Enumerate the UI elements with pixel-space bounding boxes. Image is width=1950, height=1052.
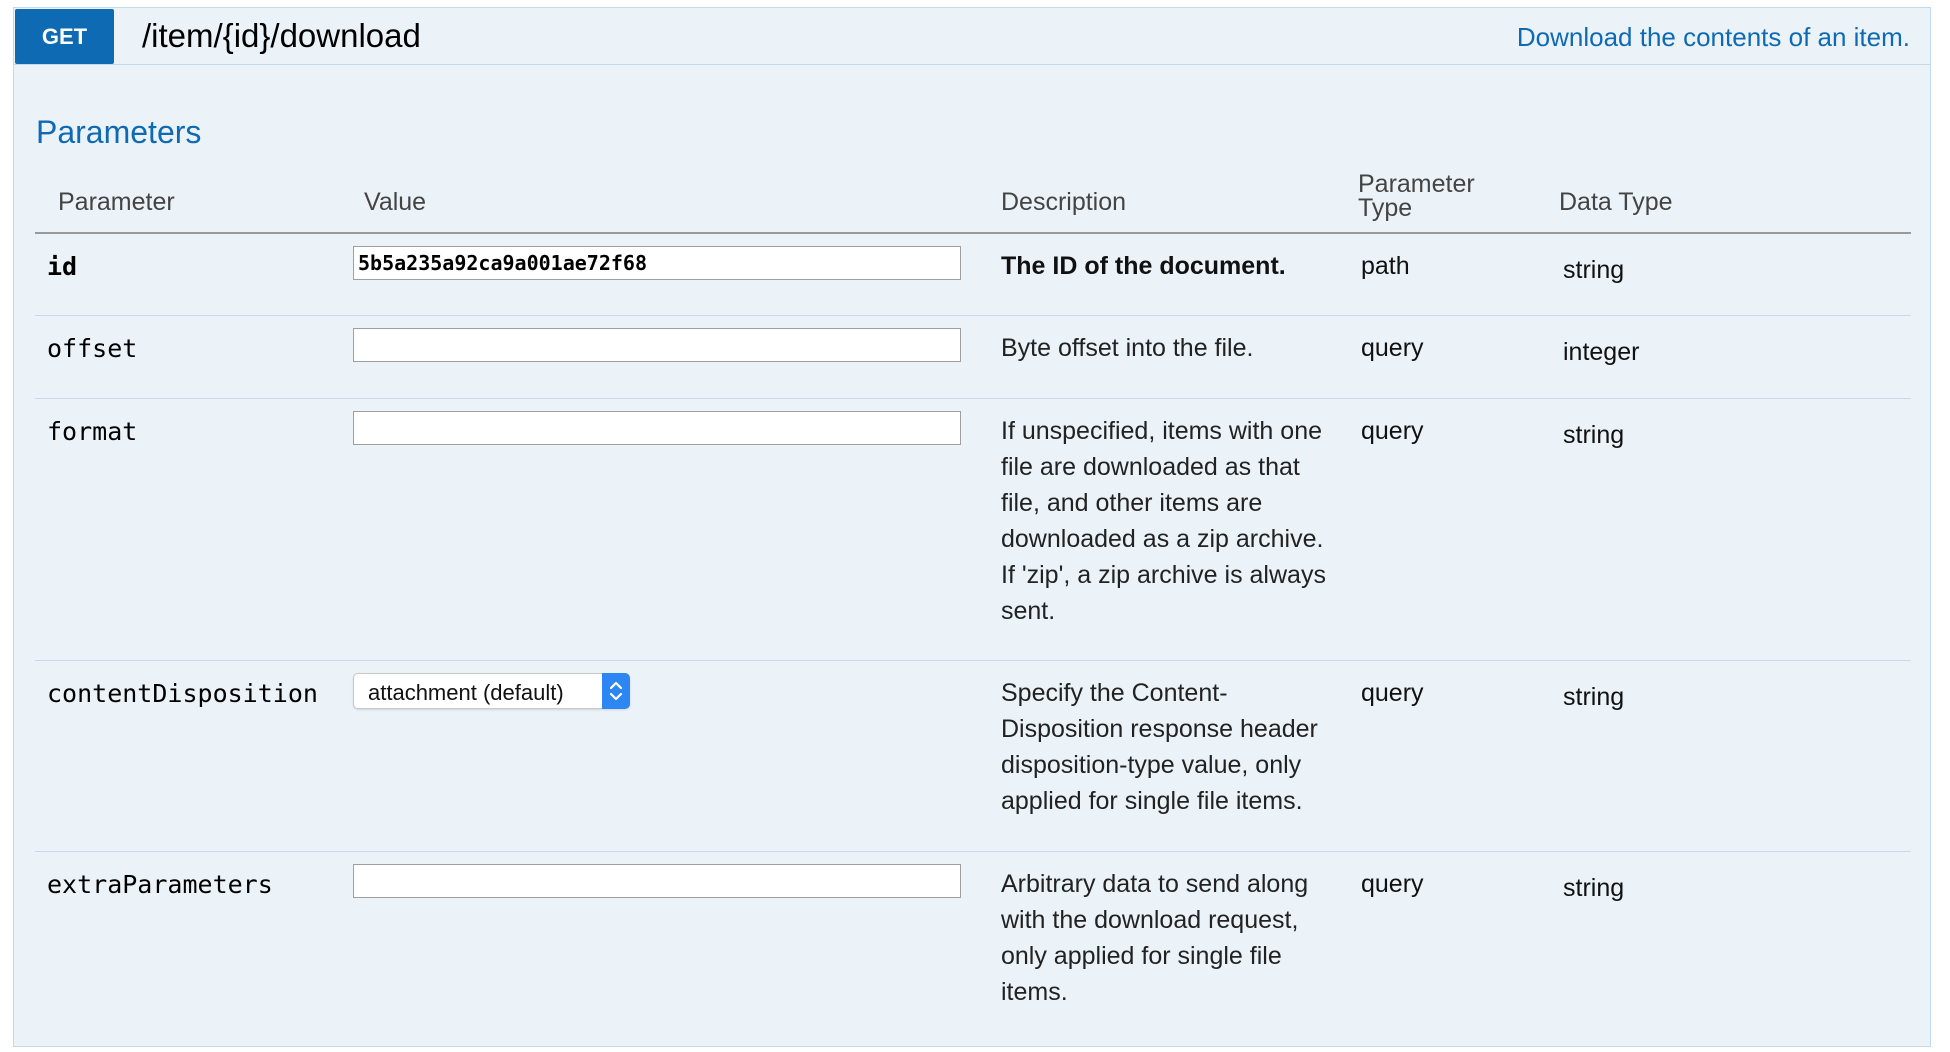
table-row: format If unspecified, items with one fi…: [35, 399, 1911, 661]
header-value: Value: [364, 188, 427, 216]
id-value-input[interactable]: [353, 246, 961, 280]
parameter-name: extraParameters: [47, 870, 273, 899]
content-disposition-select[interactable]: attachment (default): [353, 673, 630, 709]
endpoint-summary-link[interactable]: Download the contents of an item.: [1517, 20, 1910, 54]
table-row: offset Byte offset into the file. query …: [35, 316, 1911, 399]
table-row: id The ID of the document. path string: [35, 234, 1911, 316]
parameter-name: format: [47, 417, 138, 446]
select-value: attachment (default): [368, 680, 564, 705]
offset-value-input[interactable]: [353, 328, 961, 362]
parameter-type: query: [1361, 334, 1424, 362]
table-row: extraParameters Arbitrary data to send a…: [35, 852, 1911, 1052]
parameter-type: query: [1361, 679, 1424, 707]
parameter-description: If unspecified, items with one file are …: [1001, 417, 1326, 625]
header-parameter: Parameter: [58, 188, 175, 216]
table-header: Parameter Value Description Parameter Ty…: [35, 168, 1911, 234]
operation-heading[interactable]: GET /item/{id}/download Download the con…: [14, 8, 1930, 65]
parameter-description: Arbitrary data to send along with the do…: [1001, 870, 1309, 1006]
table-row: contentDisposition attachment (default) …: [35, 661, 1911, 852]
endpoint-path[interactable]: /item/{id}/download: [142, 16, 421, 56]
format-value-input[interactable]: [353, 411, 961, 445]
chevron-up-down-icon: [602, 673, 630, 709]
parameter-data-type: string: [1563, 256, 1625, 284]
parameter-name: id: [47, 252, 78, 281]
parameters-table: Parameter Value Description Parameter Ty…: [35, 168, 1911, 1052]
header-data-type: Data Type: [1559, 188, 1673, 216]
header-description: Description: [1001, 188, 1127, 216]
parameter-data-type: string: [1563, 874, 1625, 902]
parameter-data-type: integer: [1563, 338, 1640, 366]
http-method-badge[interactable]: GET: [15, 9, 114, 64]
parameter-type: path: [1361, 252, 1410, 280]
header-parameter-type-line1: Parameter: [1358, 170, 1475, 198]
parameter-data-type: string: [1563, 683, 1625, 711]
parameter-description: Byte offset into the file.: [1001, 334, 1254, 362]
operation-panel: GET /item/{id}/download Download the con…: [13, 7, 1931, 1047]
extra-parameters-value-input[interactable]: [353, 864, 961, 898]
parameter-type: query: [1361, 417, 1424, 445]
header-parameter-type-line2: Type: [1358, 194, 1413, 222]
parameter-description: The ID of the document.: [1001, 252, 1286, 280]
parameter-name: contentDisposition: [47, 679, 318, 708]
parameters-title: Parameters: [36, 114, 202, 150]
parameter-type: query: [1361, 870, 1424, 898]
parameter-data-type: string: [1563, 421, 1625, 449]
header-parameter-type: Parameter Type: [1358, 170, 1475, 222]
parameter-description: Specify the Content-Disposition response…: [1001, 679, 1318, 815]
parameter-name: offset: [47, 334, 138, 363]
